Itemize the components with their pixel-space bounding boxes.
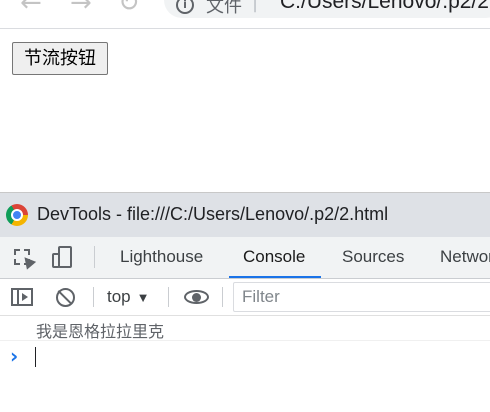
devtools-tabbar: Lighthouse Console Sources Network	[0, 237, 490, 279]
toolbar-divider	[93, 287, 94, 307]
filter-input[interactable]	[234, 283, 490, 311]
toolbar-divider	[222, 287, 223, 307]
context-selector[interactable]: top ▼	[107, 279, 150, 315]
console-prompt[interactable]: ›	[0, 343, 490, 369]
console-message-text: 我是恩格拉拉里克	[36, 322, 165, 341]
throttle-button[interactable]: 节流按钮	[12, 42, 108, 75]
chrome-logo-icon	[6, 204, 28, 226]
console-message: 我是恩格拉拉里克	[0, 316, 490, 341]
console-toolbar: top ▼	[0, 279, 490, 316]
back-arrow-icon[interactable]: ←	[20, 0, 42, 18]
reload-icon[interactable]: ↻	[118, 0, 140, 18]
tab-lighthouse[interactable]: Lighthouse	[120, 237, 203, 277]
prompt-chevron-icon: ›	[10, 344, 19, 368]
show-sidebar-icon[interactable]	[11, 288, 33, 306]
text-caret	[35, 347, 36, 367]
clear-console-icon[interactable]	[56, 288, 75, 307]
address-path[interactable]: C:/Users/Lenovo/.p2/2.html	[280, 0, 490, 14]
tab-sources[interactable]: Sources	[342, 237, 404, 277]
inspect-element-icon[interactable]	[14, 249, 30, 265]
devtools-title: DevTools - file:///C:/Users/Lenovo/.p2/2…	[37, 204, 389, 224]
browser-toolbar: ← → ↻ i 文件 | C:/Users/Lenovo/.p2/2.html	[0, 0, 490, 29]
context-selector-value: top	[107, 287, 131, 306]
address-separator: |	[252, 0, 259, 13]
device-toolbar-icon[interactable]	[52, 246, 74, 268]
toolbar-divider	[168, 287, 169, 307]
tab-console[interactable]: Console	[228, 237, 322, 278]
live-expression-eye-icon[interactable]	[183, 285, 211, 309]
devtools-panel: DevTools - file:///C:/Users/Lenovo/.p2/2…	[0, 192, 490, 412]
devtools-titlebar: DevTools - file:///C:/Users/Lenovo/.p2/2…	[0, 193, 490, 237]
address-bar[interactable]: i 文件 | C:/Users/Lenovo/.p2/2.html	[164, 0, 490, 18]
forward-arrow-icon[interactable]: →	[70, 0, 92, 18]
tab-network[interactable]: Network	[440, 237, 490, 277]
toolbar-divider	[94, 246, 95, 268]
dropdown-arrow-icon: ▼	[136, 290, 150, 305]
filter-box[interactable]	[233, 282, 490, 312]
info-icon[interactable]: i	[176, 0, 194, 14]
address-scheme-label: 文件	[206, 0, 242, 17]
